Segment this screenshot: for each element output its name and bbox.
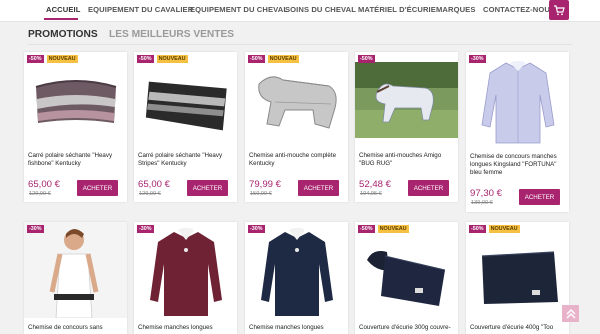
product-old-price: 139,00 € xyxy=(471,200,493,206)
new-badge: NOUVEAU xyxy=(267,55,299,63)
discount-badge: -50% xyxy=(27,55,44,63)
tabs-divider xyxy=(28,44,572,45)
woman-sleeveless-shirt-photo-icon xyxy=(24,222,127,318)
product-price: 65,00 € xyxy=(28,179,61,190)
product-price: 65,00 € xyxy=(138,179,171,190)
nav-materiel-ecurie[interactable]: MATÉRIEL D'ÉCURIE xyxy=(358,5,436,14)
navy-stable-rug-icon xyxy=(481,251,558,304)
discount-badge: -30% xyxy=(27,225,44,233)
product-image[interactable] xyxy=(134,52,237,148)
new-badge: NOUVEAU xyxy=(46,55,78,63)
scroll-top-button[interactable] xyxy=(562,305,579,322)
double-chevron-up-icon xyxy=(566,308,575,318)
product-old-price: 159,99 € xyxy=(250,191,272,197)
discount-badge: -30% xyxy=(469,55,486,63)
cart-button[interactable] xyxy=(549,0,569,20)
pink-grey-saddle-pad-icon xyxy=(35,80,116,123)
product-name[interactable]: Chemise de concours sans xyxy=(28,324,124,332)
product-name[interactable]: Couverture d'écurie 300g couvre- xyxy=(359,324,455,332)
product-price: 52,48 € xyxy=(359,179,392,190)
new-badge: NOUVEAU xyxy=(156,55,188,63)
product-name[interactable]: Chemise de concours manches longues King… xyxy=(470,153,566,177)
product-price: 79,99 € xyxy=(249,179,282,190)
product-card[interactable]: -30% Chemise de concours sans xyxy=(24,222,127,334)
product-card[interactable]: -50% NOUVEAU Couverture d'écurie 300g co… xyxy=(355,222,458,334)
product-name[interactable]: Chemise manches longues xyxy=(249,324,345,332)
cart-icon xyxy=(554,4,565,15)
badges: -30% xyxy=(27,225,44,233)
horse-in-field-photo-icon xyxy=(355,62,458,138)
badges: -50% NOUVEAU xyxy=(358,225,409,233)
tab-meilleures-ventes[interactable]: LES MEILLEURS VENTES xyxy=(109,29,234,40)
badges: -30% xyxy=(469,55,486,63)
badges: -50% NOUVEAU xyxy=(469,225,520,233)
product-card[interactable]: -50% NOUVEAU Couverture d'écurie 400g "T… xyxy=(466,222,569,334)
product-old-price: 104,95 € xyxy=(360,191,382,197)
buy-button[interactable]: ACHETER xyxy=(187,180,228,196)
product-card[interactable]: -30% Chemise manches longues xyxy=(134,222,237,334)
lavender-show-shirt-icon xyxy=(481,61,554,144)
product-name[interactable]: Chemise anti-mouche complète Kentucky xyxy=(249,152,345,168)
product-price: 97,30 € xyxy=(470,188,503,199)
top-nav: ACCUEIL EQUIPEMENT DU CAVALIER EQUIPEMEN… xyxy=(0,0,600,22)
discount-badge: -50% xyxy=(358,55,375,63)
nav-contact[interactable]: CONTACTEZ-NOUS xyxy=(483,5,555,14)
product-image[interactable] xyxy=(245,222,348,318)
buy-button[interactable]: ACHETER xyxy=(519,189,560,205)
nav-equipement-cavalier[interactable]: EQUIPEMENT DU CAVALIER xyxy=(88,5,193,14)
product-old-price: 129,99 € xyxy=(29,191,51,197)
product-name[interactable]: Carré polaire séchante "Heavy Stripes" K… xyxy=(138,152,234,168)
product-image[interactable] xyxy=(466,222,569,318)
product-image[interactable] xyxy=(24,222,127,318)
tab-promotions[interactable]: PROMOTIONS xyxy=(28,29,98,40)
product-image[interactable] xyxy=(24,52,127,148)
product-card[interactable]: -50% NOUVEAU Carré polaire séchante "Hea… xyxy=(24,52,127,202)
product-image[interactable] xyxy=(355,222,458,318)
navy-stable-rug-neck-icon xyxy=(366,251,445,306)
black-striped-saddle-pad-icon xyxy=(145,81,227,131)
product-name[interactable]: Chemise manches longues xyxy=(138,324,234,332)
discount-badge: -50% xyxy=(137,55,154,63)
product-image[interactable] xyxy=(245,52,348,148)
badges: -30% xyxy=(137,225,154,233)
discount-badge: -50% xyxy=(469,225,486,233)
nav-marques[interactable]: MARQUES xyxy=(436,5,476,14)
product-card[interactable]: -30% Chemise manches longues xyxy=(245,222,348,334)
badges: -30% xyxy=(248,225,265,233)
badges: -50% NOUVEAU xyxy=(248,55,299,63)
product-name[interactable]: Chemise anti-mouches Amigo "BUG RUG" xyxy=(359,152,455,168)
product-card[interactable]: -50% Chemise anti-mouches Amigo "BUG RUG… xyxy=(355,52,458,202)
burgundy-show-shirt-icon xyxy=(149,228,222,316)
grey-fly-sheet-icon xyxy=(257,76,337,129)
product-name[interactable]: Couverture d'écurie 400g "Too xyxy=(470,324,566,332)
nav-accueil[interactable]: ACCUEIL xyxy=(46,5,80,14)
navy-show-shirt-icon xyxy=(260,228,333,316)
discount-badge: -30% xyxy=(137,225,154,233)
product-image[interactable] xyxy=(466,52,569,148)
nav-soins-cheval[interactable]: SOINS DU CHEVAL xyxy=(285,5,356,14)
nav-active-underline xyxy=(44,18,78,20)
buy-button[interactable]: ACHETER xyxy=(408,180,449,196)
discount-badge: -50% xyxy=(248,55,265,63)
product-image[interactable] xyxy=(355,52,458,148)
buy-button[interactable]: ACHETER xyxy=(298,180,339,196)
product-card[interactable]: -50% NOUVEAU Chemise anti-mouche complèt… xyxy=(245,52,348,202)
badges: -50% NOUVEAU xyxy=(137,55,188,63)
product-card[interactable]: -30% Chemise de concours manches longues… xyxy=(466,52,569,212)
buy-button[interactable]: ACHETER xyxy=(77,180,118,196)
product-card[interactable]: -50% NOUVEAU Carré polaire séchante "Hea… xyxy=(134,52,237,202)
discount-badge: -30% xyxy=(248,225,265,233)
badges: -50% NOUVEAU xyxy=(27,55,78,63)
new-badge: NOUVEAU xyxy=(377,225,409,233)
new-badge: NOUVEAU xyxy=(488,225,520,233)
badges: -50% xyxy=(358,55,375,63)
product-name[interactable]: Carré polaire séchante "Heavy fishbone" … xyxy=(28,152,124,168)
discount-badge: -50% xyxy=(358,225,375,233)
product-old-price: 129,99 € xyxy=(139,191,161,197)
nav-equipement-cheval[interactable]: EQUIPEMENT DU CHEVAL xyxy=(190,5,288,14)
product-image[interactable] xyxy=(134,222,237,318)
